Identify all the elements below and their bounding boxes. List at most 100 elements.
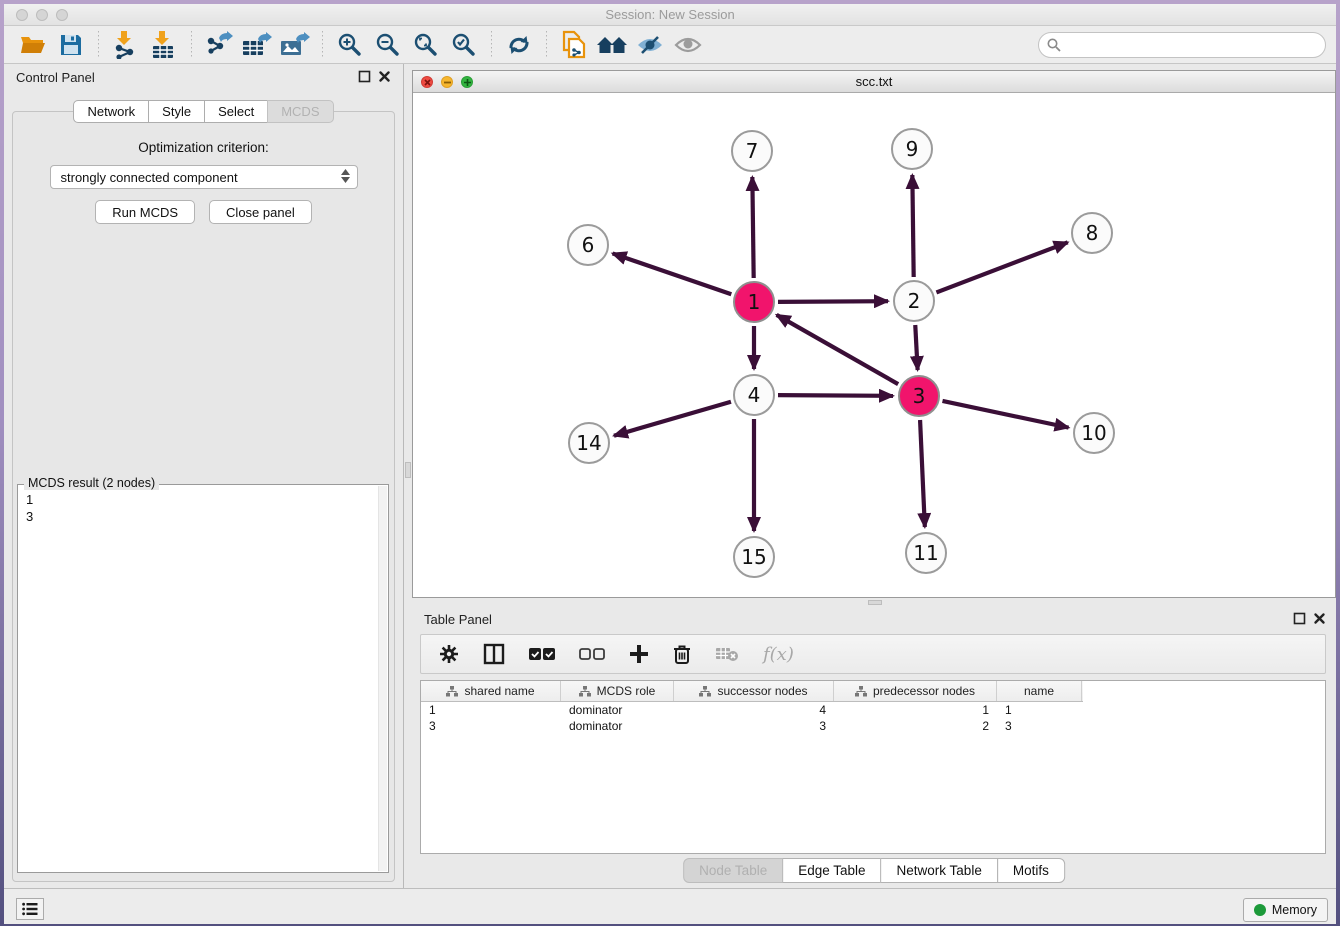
graph-edge-1-2[interactable] (778, 301, 888, 302)
memory-button[interactable]: Memory (1243, 898, 1328, 922)
delete-table-icon[interactable] (715, 645, 739, 663)
tab-mcds[interactable]: MCDS (267, 100, 333, 123)
tab-network[interactable]: Network (73, 100, 149, 123)
graph-edge-2-8[interactable] (936, 242, 1067, 292)
show-column-icon[interactable] (483, 643, 505, 665)
column-header-shared-name[interactable]: shared name (421, 681, 561, 701)
column-header-successor-nodes[interactable]: successor nodes (674, 681, 834, 701)
mcds-result-text[interactable]: 1 3 (18, 485, 388, 525)
function-builder-icon[interactable]: f(x) (763, 644, 794, 665)
export-network-icon[interactable] (200, 29, 238, 61)
close-panel-icon[interactable] (1313, 612, 1326, 625)
show-all-icon[interactable] (669, 29, 707, 61)
graph-node-6[interactable]: 6 (567, 224, 609, 266)
column-header-name[interactable]: name (997, 681, 1082, 701)
zoom-selected-icon[interactable] (445, 29, 483, 61)
result-scrollbar[interactable] (378, 486, 387, 871)
graph-node-9[interactable]: 9 (891, 128, 933, 170)
table-panel-header: Table Panel (412, 606, 1336, 632)
task-history-button[interactable] (16, 898, 44, 920)
column-header-predecessor-nodes[interactable]: predecessor nodes (834, 681, 997, 701)
table-row[interactable]: 3 dominator 3 2 3 (421, 718, 1325, 734)
criterion-dropdown-value: strongly connected component (61, 170, 238, 185)
graph-node-10[interactable]: 10 (1073, 412, 1115, 454)
graph-node-1[interactable]: 1 (733, 281, 775, 323)
cell-predecessor-nodes[interactable]: 1 (834, 702, 997, 718)
cell-name[interactable]: 3 (997, 718, 1082, 734)
graph-edge-3-11[interactable] (920, 420, 925, 527)
column-header-mcds-role[interactable]: MCDS role (561, 681, 674, 701)
search-container (1038, 32, 1326, 58)
tab-edge-table[interactable]: Edge Table (782, 858, 881, 883)
table-toolbar: f(x) (420, 634, 1326, 674)
refresh-view-icon[interactable] (500, 29, 538, 61)
graph-edge-4-14[interactable] (614, 402, 731, 436)
graph-node-3[interactable]: 3 (898, 375, 940, 417)
splitter-grip[interactable] (405, 462, 411, 478)
cell-mcds-role[interactable]: dominator (561, 718, 674, 734)
zoom-out-icon[interactable] (369, 29, 407, 61)
cell-successor-nodes[interactable]: 4 (674, 702, 834, 718)
cell-mcds-role[interactable]: dominator (561, 702, 674, 718)
graph-edge-3-1[interactable] (777, 315, 899, 384)
horizontal-splitter[interactable] (412, 598, 1336, 606)
graph-edge-2-9[interactable] (912, 175, 913, 277)
graph-edge-4-3[interactable] (778, 395, 893, 396)
graph-node-7[interactable]: 7 (731, 130, 773, 172)
graph-node-2[interactable]: 2 (893, 280, 935, 322)
export-image-icon[interactable] (276, 29, 314, 61)
tab-style[interactable]: Style (148, 100, 205, 123)
first-neighbors-icon[interactable] (593, 29, 631, 61)
graph-canvas[interactable]: 1 2 3 4 6 7 8 9 10 11 14 15 (413, 93, 1335, 597)
save-session-icon[interactable] (52, 29, 90, 61)
export-table-icon[interactable] (238, 29, 276, 61)
deselect-all-columns-icon[interactable] (579, 647, 605, 661)
tab-motifs[interactable]: Motifs (997, 858, 1065, 883)
graph-edge-1-7[interactable] (752, 177, 753, 278)
toolbar-separator (546, 31, 547, 59)
graph-node-14[interactable]: 14 (568, 422, 610, 464)
select-all-columns-icon[interactable] (529, 647, 555, 661)
new-network-from-selection-icon[interactable] (555, 29, 593, 61)
create-column-plus-icon[interactable] (629, 644, 649, 664)
graph-node-15[interactable]: 15 (733, 536, 775, 578)
zoom-in-icon[interactable] (331, 29, 369, 61)
close-panel-button[interactable]: Close panel (209, 200, 312, 224)
float-panel-icon[interactable] (358, 70, 371, 83)
toolbar-separator (191, 31, 192, 59)
criterion-dropdown[interactable]: strongly connected component (50, 165, 358, 189)
control-panel-header: Control Panel (4, 64, 403, 90)
table-row[interactable]: 1 dominator 4 1 1 (421, 702, 1325, 718)
window-title: Session: New Session (4, 7, 1336, 22)
run-mcds-button[interactable]: Run MCDS (95, 200, 195, 224)
cell-predecessor-nodes[interactable]: 2 (834, 718, 997, 734)
close-panel-icon[interactable] (378, 70, 391, 83)
graph-node-4[interactable]: 4 (733, 374, 775, 416)
graph-edge-2-3[interactable] (915, 325, 917, 370)
tab-network-table[interactable]: Network Table (881, 858, 998, 883)
mcds-tab-content: Optimization criterion: strongly connect… (12, 111, 395, 882)
tab-node-table[interactable]: Node Table (683, 858, 783, 883)
import-network-icon[interactable] (107, 29, 145, 61)
graph-node-8[interactable]: 8 (1071, 212, 1113, 254)
float-panel-icon[interactable] (1293, 612, 1306, 625)
table-settings-gear-icon[interactable] (439, 644, 459, 664)
graph-edge-1-6[interactable] (613, 253, 732, 294)
search-input[interactable] (1038, 32, 1326, 58)
tab-select[interactable]: Select (204, 100, 268, 123)
cell-name[interactable]: 1 (997, 702, 1082, 718)
delete-column-trash-icon[interactable] (673, 644, 691, 665)
graph-node-11[interactable]: 11 (905, 532, 947, 574)
cell-shared-name[interactable]: 3 (421, 718, 561, 734)
vertical-splitter[interactable] (404, 64, 412, 888)
open-session-icon[interactable] (14, 29, 52, 61)
network-view-window: scc.txt 1234678910111415 (412, 70, 1336, 598)
cell-successor-nodes[interactable]: 3 (674, 718, 834, 734)
control-panel: Control Panel Network Style Select MCDS … (4, 64, 404, 888)
import-table-icon[interactable] (145, 29, 183, 61)
splitter-grip[interactable] (868, 600, 882, 605)
hide-selected-icon[interactable] (631, 29, 669, 61)
cell-shared-name[interactable]: 1 (421, 702, 561, 718)
graph-edge-3-10[interactable] (942, 401, 1068, 428)
zoom-fit-icon[interactable] (407, 29, 445, 61)
